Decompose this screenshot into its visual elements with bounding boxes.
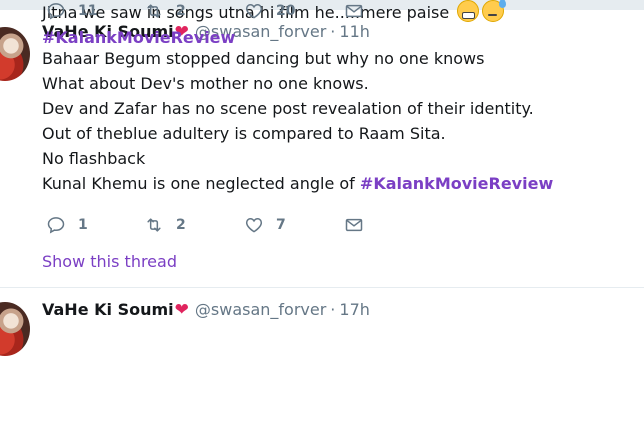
direct-message-button[interactable] xyxy=(344,0,364,22)
retweet-button[interactable]: 2 xyxy=(144,0,186,22)
tweet-line: Out of theblue adultery is compared to R… xyxy=(42,124,446,143)
tweet-text: Bahaar Begum stopped dancing but why no … xyxy=(42,46,553,196)
separator: · xyxy=(330,300,336,319)
tweet-header: VaHe Ki Soumi❤ @swasan_forver · 17h xyxy=(42,300,370,320)
reply-button[interactable]: 1 xyxy=(46,214,88,236)
speech-bubble-icon xyxy=(47,3,65,20)
heart-emoji: ❤ xyxy=(174,300,189,320)
grimacing-face-emoji xyxy=(457,0,480,22)
reply-count: 1 xyxy=(78,217,88,233)
retweet-button[interactable]: 2 xyxy=(144,214,186,236)
tweet-line-last: Kunal Khemu is one neglected angle of #K… xyxy=(42,171,553,196)
retweet-arrows-icon xyxy=(147,218,161,232)
author-handle[interactable]: @swasan_forver xyxy=(195,300,326,319)
tweet-line: What about Dev's mother no one knows. xyxy=(42,74,369,93)
like-count: 7 xyxy=(276,217,286,233)
author-name[interactable]: VaHe Ki Soumi xyxy=(42,300,174,319)
like-count: 20 xyxy=(276,3,296,19)
timestamp[interactable]: 17h xyxy=(339,300,370,319)
like-button[interactable]: 20 xyxy=(244,0,295,22)
tweet-line-text: Kunal Khemu is one neglected angle of xyxy=(42,174,360,193)
heart-outline-icon xyxy=(245,217,263,233)
retweet-count: 2 xyxy=(176,3,186,19)
reply-count: 11 xyxy=(78,3,98,19)
direct-message-button[interactable] xyxy=(344,214,364,236)
like-button[interactable]: 7 xyxy=(244,214,286,236)
retweet-count: 2 xyxy=(176,217,186,233)
hashtag-link[interactable]: #KalankMovieReview xyxy=(360,174,553,193)
retweet-arrows-icon xyxy=(147,4,161,18)
speech-bubble-icon xyxy=(47,217,65,234)
downcast-face-with-sweat-emoji xyxy=(482,0,507,22)
reply-button[interactable]: 11 xyxy=(46,0,97,22)
show-thread-link[interactable]: Show this thread xyxy=(42,252,177,271)
heart-outline-icon xyxy=(245,3,263,19)
hashtag-link[interactable]: #KalankMovieReview xyxy=(42,28,235,47)
tweet-line-hashtag: #KalankMovieReview xyxy=(42,25,504,50)
tweet-line: Dev and Zafar has no scene post revealat… xyxy=(42,99,534,118)
tweet-line: No flashback xyxy=(42,149,146,168)
envelope-icon xyxy=(345,218,363,232)
envelope-icon xyxy=(345,4,363,18)
